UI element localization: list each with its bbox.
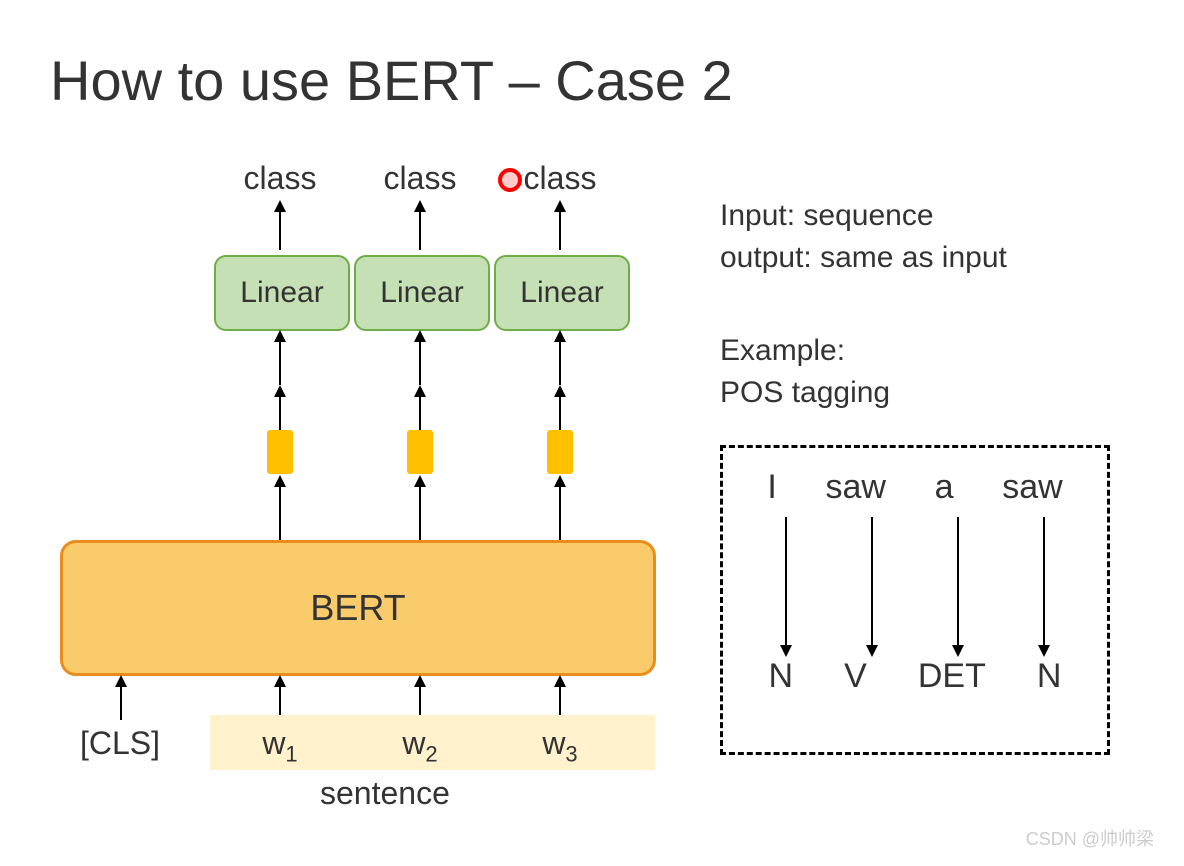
- bert-box: BERT: [60, 540, 656, 676]
- example-heading: Example:: [720, 330, 890, 372]
- token-emb-1: [267, 430, 293, 474]
- arrow-lin1-class1: [279, 210, 281, 250]
- ex-arrow-1: [785, 517, 787, 647]
- linear-box-3: Linear: [494, 255, 630, 331]
- ex-arrow-2: [871, 517, 873, 647]
- laser-pointer-dot: [498, 168, 522, 192]
- desc-block: Input: sequence output: same as input: [720, 195, 1007, 279]
- ex-w2: saw: [825, 468, 885, 507]
- linear-box-1: Linear: [214, 255, 350, 331]
- arrow-bert-emb3: [559, 485, 561, 540]
- ex-w3: a: [935, 468, 954, 507]
- bert-label: BERT: [310, 587, 405, 629]
- arrow-emb2-top: [419, 395, 421, 430]
- example-tags: N V DET N: [743, 657, 1087, 696]
- ex-t4: N: [1037, 657, 1062, 696]
- example-words: I saw a saw: [743, 468, 1087, 507]
- pos-tagging-example: I saw a saw N V DET N: [720, 445, 1110, 755]
- example-task: POS tagging: [720, 372, 890, 414]
- arrow-tok1-lin1: [279, 340, 281, 385]
- cls-token: [CLS]: [60, 725, 180, 762]
- ex-w4: saw: [1002, 468, 1062, 507]
- arrow-bert-emb1: [279, 485, 281, 540]
- arrow-emb1-top: [279, 395, 281, 430]
- w2-token: w2: [360, 725, 480, 767]
- sentence-label: sentence: [320, 775, 450, 812]
- token-emb-3: [547, 430, 573, 474]
- arrow-tok2-lin2: [419, 340, 421, 385]
- desc-input: Input: sequence: [720, 195, 1007, 237]
- arrow-lin2-class2: [419, 210, 421, 250]
- token-emb-2: [407, 430, 433, 474]
- arrow-emb3-top: [559, 395, 561, 430]
- ex-arrow-4: [1043, 517, 1045, 647]
- arrow-tok3-lin3: [559, 340, 561, 385]
- bert-diagram: class class class Linear Linear Linear B…: [50, 160, 670, 820]
- class-label-2: class: [360, 160, 480, 197]
- ex-t2: V: [844, 657, 867, 696]
- arrow-cls-bert: [120, 685, 122, 720]
- linear-box-2: Linear: [354, 255, 490, 331]
- ex-w1: I: [767, 468, 776, 507]
- slide-title: How to use BERT – Case 2: [50, 48, 733, 113]
- ex-t1: N: [769, 657, 794, 696]
- watermark: CSDN @帅帅梁: [1026, 825, 1154, 851]
- arrow-lin3-class3: [559, 210, 561, 250]
- class-label-1: class: [220, 160, 340, 197]
- ex-t3: DET: [918, 657, 986, 696]
- ex-arrow-3: [957, 517, 959, 647]
- arrow-bert-emb2: [419, 485, 421, 540]
- example-heading-block: Example: POS tagging: [720, 330, 890, 414]
- w3-token: w3: [500, 725, 620, 767]
- w1-token: w1: [220, 725, 340, 767]
- desc-output: output: same as input: [720, 237, 1007, 279]
- example-arrows: [743, 517, 1087, 647]
